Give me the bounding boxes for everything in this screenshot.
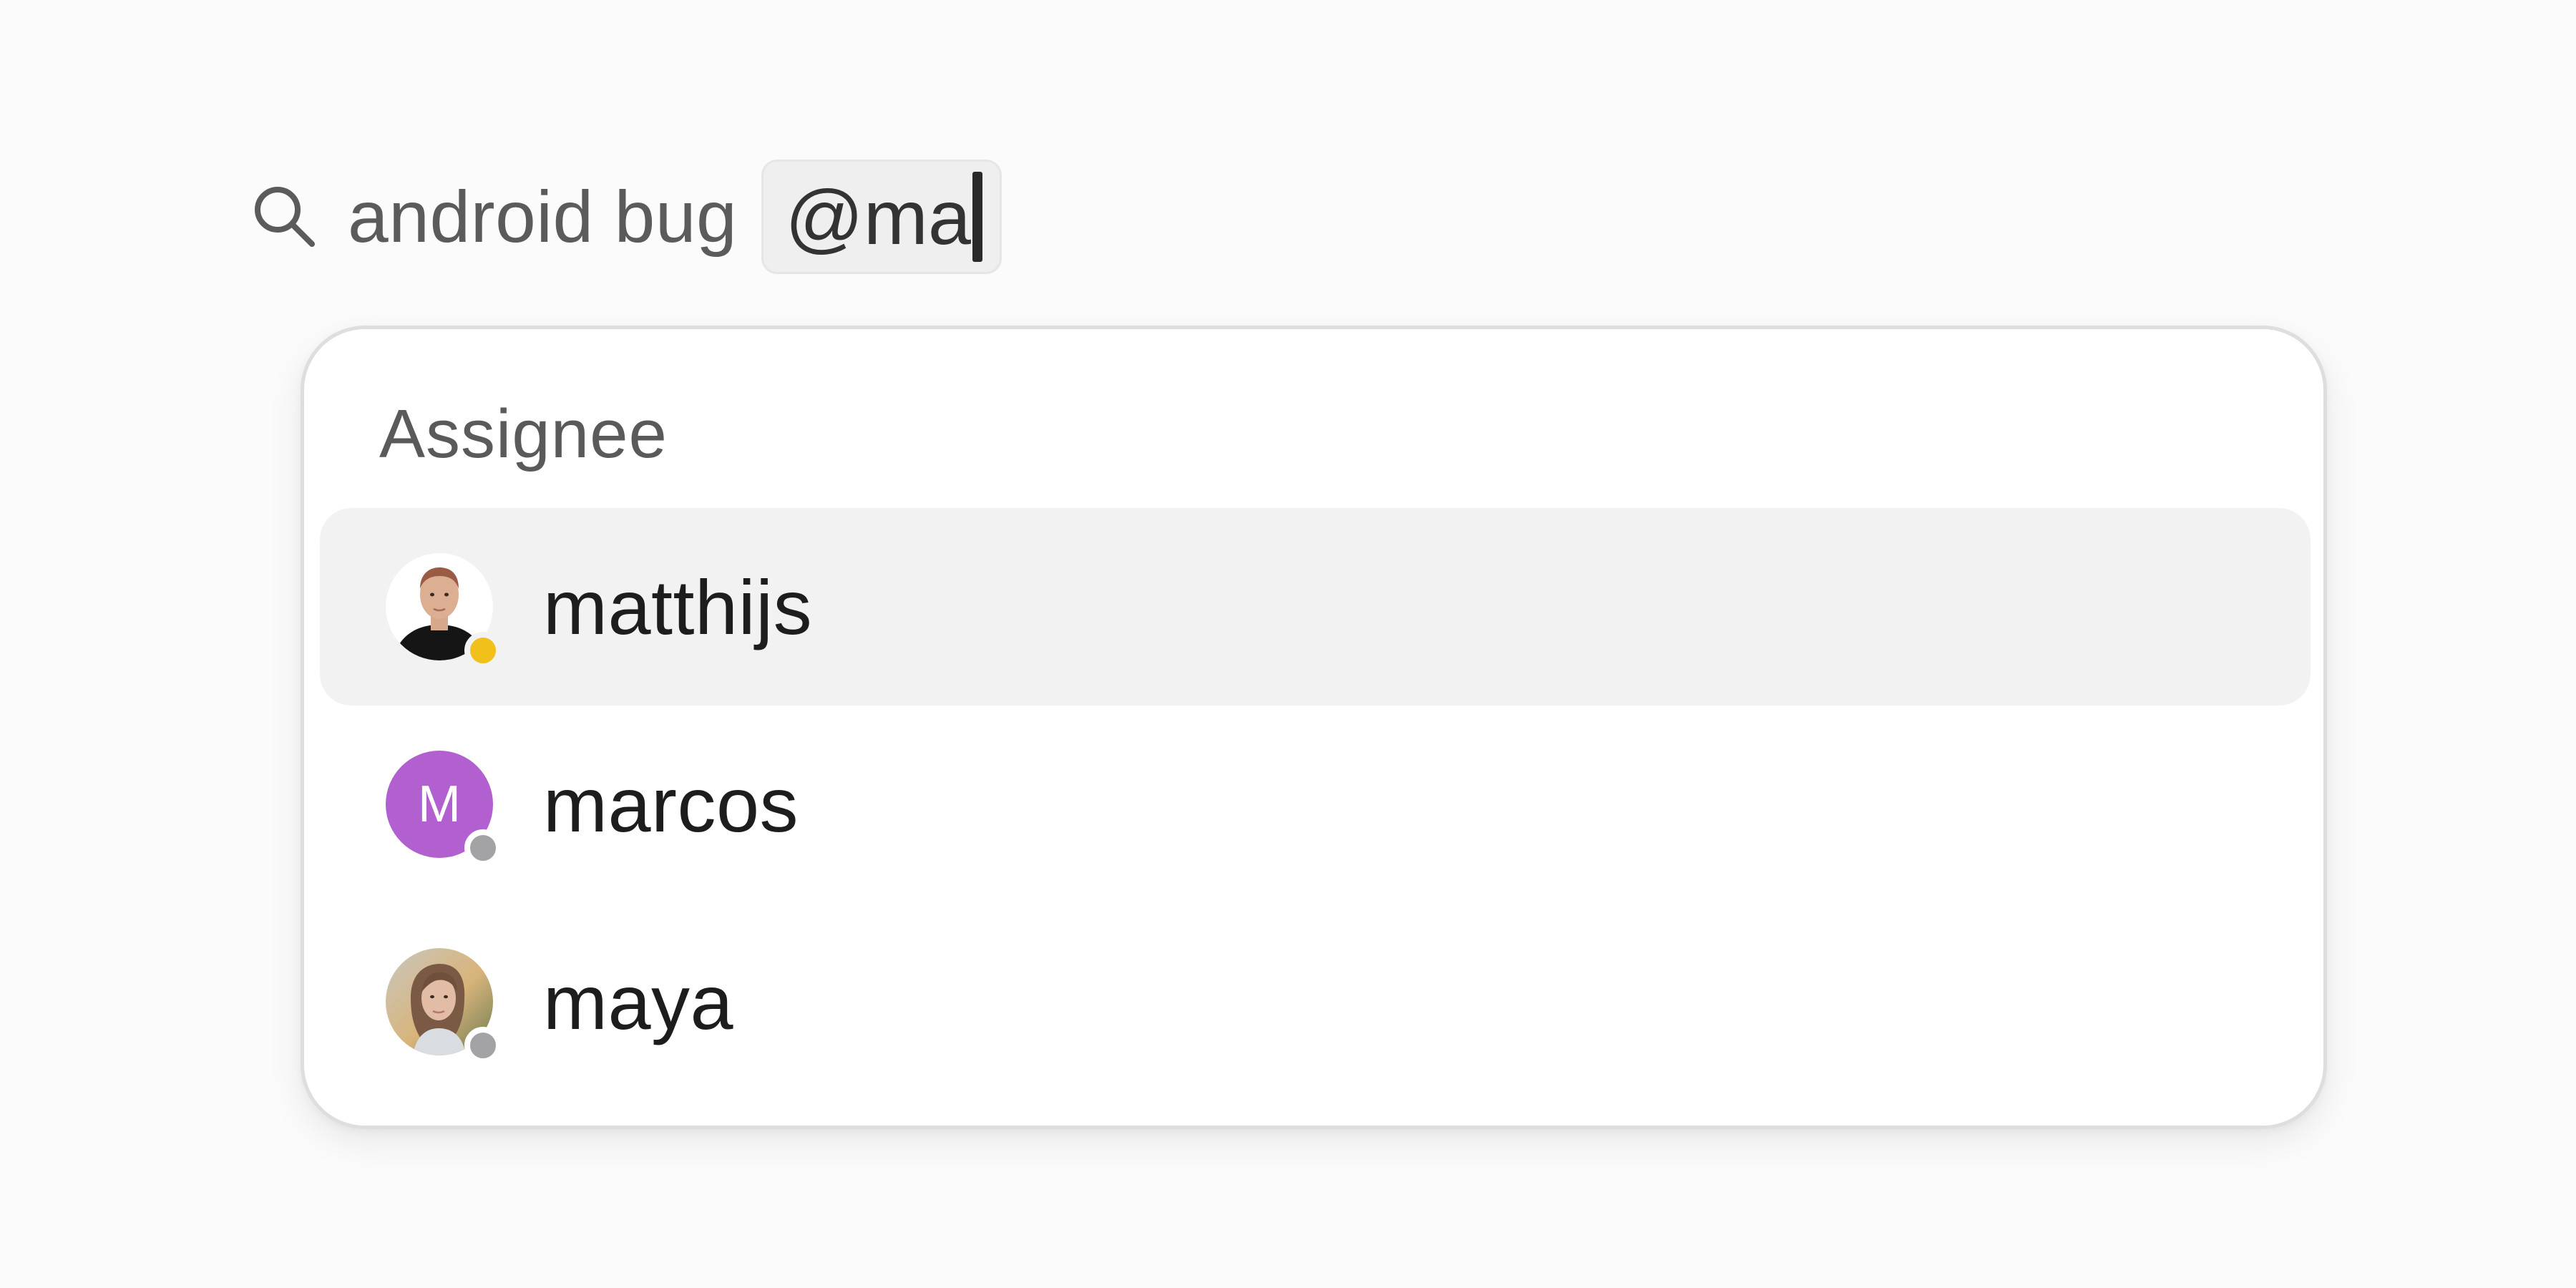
search-bar[interactable]: android bug @ma — [250, 157, 1002, 277]
status-away-dot — [464, 632, 502, 669]
avatar-initial: M — [418, 776, 461, 833]
dropdown-header: Assignee — [379, 396, 668, 472]
assignee-dropdown: Assignee matthijs M marcos maya — [301, 326, 2327, 1129]
mention-text[interactable]: @ma — [785, 172, 971, 262]
search-query-text[interactable]: android bug — [348, 175, 737, 259]
option-maya[interactable]: maya — [320, 903, 2311, 1101]
option-label: maya — [543, 958, 734, 1045]
status-offline-dot — [464, 1027, 502, 1064]
search-icon — [250, 182, 319, 251]
mention-token[interactable]: @ma — [761, 160, 1002, 274]
option-marcos[interactable]: M marcos — [320, 706, 2311, 903]
option-label: marcos — [543, 761, 799, 848]
option-matthijs[interactable]: matthijs — [320, 508, 2311, 706]
option-label: matthijs — [543, 563, 813, 650]
text-caret — [972, 172, 982, 262]
status-offline-dot — [464, 829, 502, 867]
